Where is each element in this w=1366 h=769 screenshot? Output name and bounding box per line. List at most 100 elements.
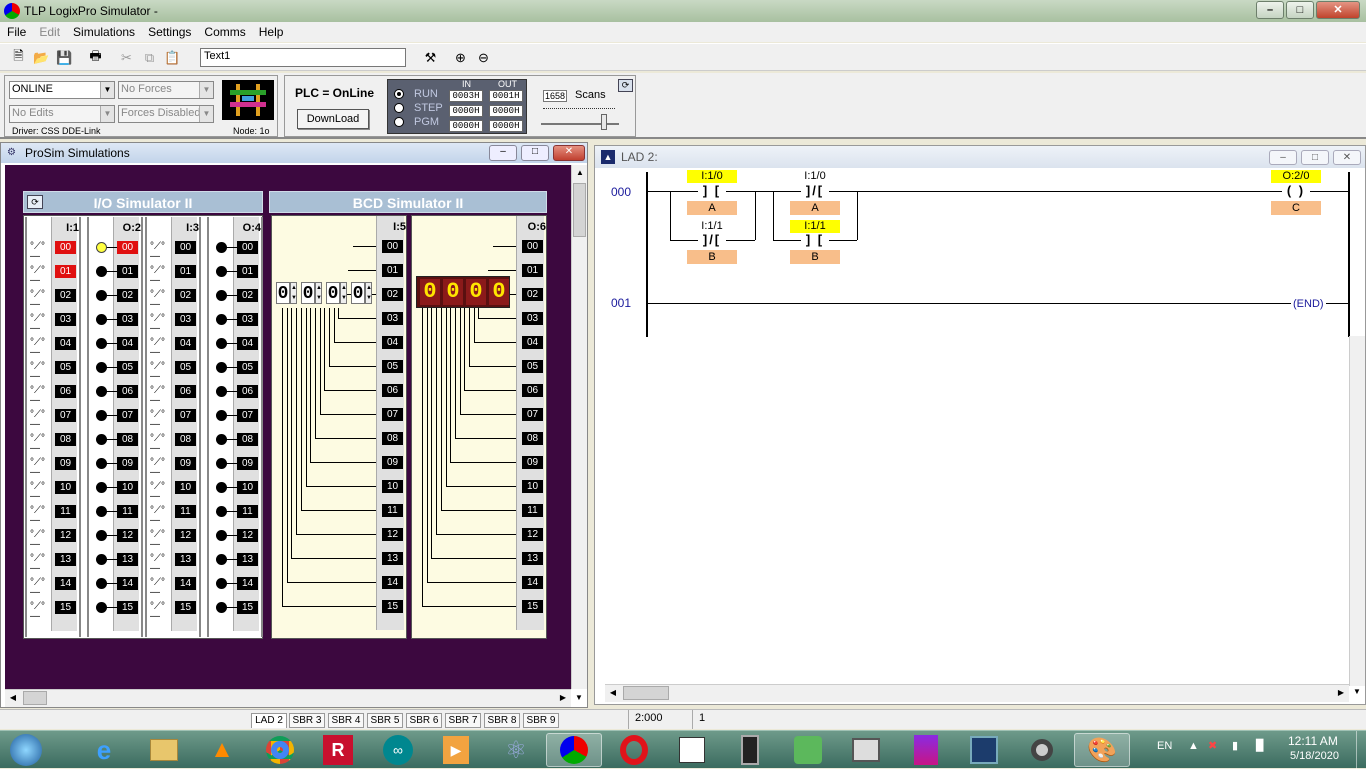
file-explorer-icon[interactable]	[136, 733, 192, 767]
bit-indicator[interactable]: 14	[175, 577, 196, 590]
io-refresh-icon[interactable]: ⟳	[27, 195, 43, 209]
bit-indicator[interactable]: 03	[175, 313, 196, 326]
scroll-right-icon[interactable]: ▶	[555, 690, 571, 706]
toggle-switch-icon[interactable]: °⟋°—	[150, 386, 170, 406]
step-radio[interactable]	[394, 103, 404, 113]
toggle-switch-icon[interactable]: °⟋°—	[150, 266, 170, 286]
bit-indicator[interactable]: 15	[175, 601, 196, 614]
bit-indicator[interactable]: 04	[175, 337, 196, 350]
bit-indicator[interactable]: 00	[55, 241, 76, 254]
bit-indicator[interactable]: 04	[55, 337, 76, 350]
webcam-icon[interactable]	[1014, 733, 1070, 767]
toggle-switch-icon[interactable]: °⟋°—	[150, 338, 170, 358]
copy-icon[interactable]: ⧉	[139, 47, 160, 68]
vlc-icon[interactable]: ▲	[194, 733, 250, 767]
scroll-right-icon[interactable]: ▶	[1333, 685, 1349, 701]
no-contact[interactable]: ] [	[801, 233, 829, 246]
toggle-switch-icon[interactable]: °⟋°—	[150, 578, 170, 598]
scroll-thumb[interactable]	[23, 691, 47, 705]
thumbwheel-digit[interactable]: 0	[301, 282, 315, 304]
bit-indicator[interactable]: 02	[175, 289, 196, 302]
bit-indicator[interactable]: 00	[175, 241, 196, 254]
tools-icon[interactable]: ⚒	[420, 47, 441, 68]
menu-comms[interactable]: Comms	[204, 25, 245, 39]
toggle-switch-icon[interactable]: °⟋°—	[30, 410, 50, 430]
language-indicator[interactable]: EN	[1157, 740, 1172, 752]
zoom-out-icon[interactable]: ⊖	[473, 47, 494, 68]
internet-explorer-icon[interactable]: e	[76, 733, 132, 767]
arduino-icon[interactable]: ∞	[370, 733, 426, 767]
forces-state-select[interactable]: Forces Disabled ▼	[118, 105, 214, 123]
movie-maker-icon[interactable]	[956, 733, 1012, 767]
atom-app-icon[interactable]: ⚛	[488, 733, 544, 767]
paint-icon[interactable]: 🎨	[1074, 733, 1130, 767]
signal-icon[interactable]: ▉	[1256, 739, 1264, 752]
coil-address[interactable]: O:2/0	[1271, 170, 1321, 183]
new-file-icon[interactable]: 🗎	[8, 47, 29, 68]
toggle-switch-icon[interactable]: °⟋°—	[30, 602, 50, 622]
routine-tab[interactable]: SBR 8	[484, 713, 520, 728]
prosim-maximize-button[interactable]: □	[521, 145, 549, 161]
maximize-button[interactable]: □	[1286, 1, 1314, 19]
toggle-switch-icon[interactable]: °⟋°—	[150, 458, 170, 478]
toggle-switch-icon[interactable]: °⟋°—	[30, 506, 50, 526]
bit-indicator[interactable]: 12	[55, 529, 76, 542]
ladder-horizontal-scrollbar[interactable]: ◀ ▶	[605, 684, 1349, 702]
text-field[interactable]: Text1	[200, 48, 406, 67]
minimize-button[interactable]: –	[1256, 1, 1284, 19]
toggle-switch-icon[interactable]: °⟋°—	[30, 266, 50, 286]
routine-tab[interactable]: SBR 7	[445, 713, 481, 728]
toggle-switch-icon[interactable]: °⟋°—	[30, 242, 50, 262]
bit-indicator[interactable]: 10	[55, 481, 76, 494]
routine-tab[interactable]: LAD 2	[251, 713, 287, 728]
toggle-switch-icon[interactable]: °⟋°—	[30, 482, 50, 502]
routine-tab[interactable]: SBR 9	[523, 713, 559, 728]
prosim-vertical-scrollbar[interactable]: ▲	[571, 165, 587, 689]
toggle-switch-icon[interactable]: °⟋°—	[30, 386, 50, 406]
thumbwheel-spinner[interactable]: ▲ ▼	[340, 282, 347, 304]
toggle-switch-icon[interactable]: °⟋°—	[30, 458, 50, 478]
bit-indicator[interactable]: 10	[175, 481, 196, 494]
scroll-left-icon[interactable]: ◀	[5, 690, 21, 706]
scan-rate-slider[interactable]	[541, 123, 619, 125]
menu-settings[interactable]: Settings	[148, 25, 191, 39]
bit-indicator[interactable]: 09	[175, 457, 196, 470]
save-icon[interactable]: 💾	[54, 47, 75, 68]
thumbwheel-digit[interactable]: 0	[276, 282, 290, 304]
run-radio[interactable]	[394, 89, 404, 99]
mode-select[interactable]: ONLINE ▼	[9, 81, 115, 99]
toggle-switch-icon[interactable]: °⟋°—	[150, 482, 170, 502]
bit-indicator[interactable]: 07	[175, 409, 196, 422]
toggle-switch-icon[interactable]: °⟋°—	[30, 338, 50, 358]
logixpro-taskbar-icon[interactable]	[546, 733, 602, 767]
bit-indicator[interactable]: 08	[55, 433, 76, 446]
toggle-switch-icon[interactable]: °⟋°—	[30, 314, 50, 334]
clock-date[interactable]: 5/18/2020	[1290, 750, 1339, 762]
bit-indicator[interactable]: 01	[55, 265, 76, 278]
bit-indicator[interactable]: 05	[55, 361, 76, 374]
ladder-close-button[interactable]: ✕	[1333, 150, 1361, 165]
toggle-switch-icon[interactable]: °⟋°—	[150, 290, 170, 310]
bit-indicator[interactable]: 01	[175, 265, 196, 278]
routine-tab[interactable]: SBR 6	[406, 713, 442, 728]
bit-indicator[interactable]: 11	[55, 505, 76, 518]
bit-indicator[interactable]: 03	[55, 313, 76, 326]
toggle-switch-icon[interactable]: °⟋°—	[30, 554, 50, 574]
bit-indicator[interactable]: 06	[55, 385, 76, 398]
bit-indicator[interactable]: 14	[55, 577, 76, 590]
toggle-switch-icon[interactable]: °⟋°—	[150, 410, 170, 430]
phone-app-icon[interactable]	[722, 733, 778, 767]
prosim-close-button[interactable]: ✕	[553, 145, 585, 161]
network-error-icon[interactable]: ✖	[1208, 739, 1217, 752]
toggle-switch-icon[interactable]: °⟋°—	[150, 242, 170, 262]
scroll-left-icon[interactable]: ◀	[605, 685, 621, 701]
bit-indicator[interactable]: 02	[55, 289, 76, 302]
thumbwheel-digit[interactable]: 0	[326, 282, 340, 304]
menu-file[interactable]: File	[7, 25, 26, 39]
output-coil[interactable]: ( )	[1282, 184, 1310, 197]
scroll-up-icon[interactable]: ▲	[572, 165, 588, 181]
nc-contact[interactable]: ]/[	[801, 184, 829, 197]
bit-indicator[interactable]: 11	[175, 505, 196, 518]
bit-indicator[interactable]: 12	[175, 529, 196, 542]
slider-thumb[interactable]	[601, 114, 607, 130]
